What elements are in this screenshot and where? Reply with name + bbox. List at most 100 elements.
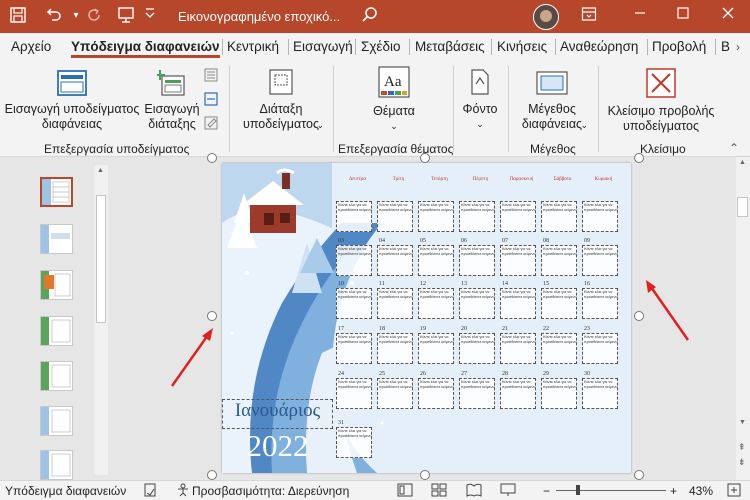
calendar-cell[interactable]: 26 Κάντε κλικ για να προσθέσετε κείμενο xyxy=(417,371,455,412)
scroll-up-icon[interactable]: ▲ xyxy=(97,167,104,174)
tab-transitions[interactable]: Μεταβάσεις xyxy=(415,39,485,54)
calendar-cell[interactable]: 05 Κάντε κλικ για να προσθέσετε κείμενο xyxy=(417,238,455,279)
resize-handle[interactable] xyxy=(420,153,430,163)
calendar-cell[interactable]: 11 Κάντε κλικ για να προσθέσετε κείμενο xyxy=(376,281,414,322)
thumbnail-layout-5[interactable] xyxy=(40,406,73,436)
search-icon[interactable] xyxy=(360,6,380,26)
fit-to-window-icon[interactable] xyxy=(727,483,741,500)
tab-design[interactable]: Σχέδιο xyxy=(361,39,400,54)
calendar-cell[interactable]: 19 Κάντε κλικ για να προσθέσετε κείμενο xyxy=(417,326,455,367)
calendar-cell[interactable]: 22 Κάντε κλικ για να προσθέσετε κείμενο xyxy=(540,326,578,367)
calendar-cell[interactable]: 29 Κάντε κλικ για να προσθέσετε κείμενο xyxy=(540,371,578,412)
tab-file[interactable]: Αρχείο xyxy=(11,39,51,54)
previous-slide-icon[interactable]: ⇞ xyxy=(738,442,746,453)
calendar-cell[interactable]: 03 Κάντε κλικ για να προσθέσετε κείμενο xyxy=(335,238,373,279)
themes-button[interactable]: Aa Θέματα ⌄ xyxy=(364,66,424,134)
calendar-cell[interactable]: 25 Κάντε κλικ για να προσθέσετε κείμενο xyxy=(376,371,414,412)
calendar-cell[interactable]: 04 Κάντε κλικ για να προσθέσετε κείμενο xyxy=(376,238,414,279)
calendar-cell[interactable]: 12 Κάντε κλικ για να προσθέσετε κείμενο xyxy=(417,281,455,322)
calendar-cell[interactable]: 16 Κάντε κλικ για να προσθέσετε κείμενο xyxy=(581,281,619,322)
calendar-cell[interactable]: Κάντε κλικ για να προσθέσετε κείμενο xyxy=(335,194,373,235)
tab-insert[interactable]: Εισαγωγή xyxy=(293,39,353,54)
accessibility-icon[interactable] xyxy=(176,483,190,500)
month-title[interactable]: Ιανουάριος xyxy=(222,399,333,429)
thumbnail-layout-4[interactable] xyxy=(40,361,73,391)
calendar-cell[interactable]: 14 Κάντε κλικ για να προσθέσετε κείμενο xyxy=(499,281,537,322)
thumbnail-layout-6[interactable] xyxy=(40,450,73,480)
spelling-icon[interactable] xyxy=(143,483,157,500)
redo-icon[interactable] xyxy=(84,6,104,26)
calendar-cell[interactable]: 18 Κάντε κλικ για να προσθέσετε κείμενο xyxy=(376,326,414,367)
calendar-cell[interactable]: 24 Κάντε κλικ για να προσθέσετε κείμενο xyxy=(335,371,373,412)
accessibility-status[interactable]: Προσβασιμότητα: Διερεύνηση xyxy=(192,484,349,498)
calendar-cell[interactable]: 20 Κάντε κλικ για να προσθέσετε κείμενο xyxy=(458,326,496,367)
calendar-cell[interactable]: 15 Κάντε κλικ για να προσθέσετε κείμενο xyxy=(540,281,578,322)
zoom-slider[interactable] xyxy=(556,490,666,491)
rename-icon[interactable] xyxy=(204,92,218,106)
tab-review[interactable]: Αναθεώρηση xyxy=(560,39,638,54)
tabs-scroll-icon[interactable]: › xyxy=(728,37,748,57)
tab-animations[interactable]: Κινήσεις xyxy=(497,39,547,54)
slideshow-icon[interactable] xyxy=(500,483,516,500)
zoom-level[interactable]: 43% xyxy=(689,484,713,498)
slide-canvas[interactable]: Δευτέρα Τρίτη Τετάρτη Πέμπτη Παρασκευή Σ… xyxy=(222,163,631,473)
customize-toolbar-icon[interactable] xyxy=(140,6,160,26)
slide-sorter-icon[interactable] xyxy=(431,483,447,500)
close-master-view-button[interactable]: Κλείσιμο προβολής υποδείγματος xyxy=(604,68,718,134)
save-icon[interactable] xyxy=(8,6,28,26)
tab-slide-master[interactable]: Υπόδειγμα διαφανειών xyxy=(71,39,220,58)
tab-view[interactable]: Προβολή xyxy=(652,39,706,54)
calendar-cell[interactable]: 27 Κάντε κλικ για να προσθέσετε κείμενο xyxy=(458,371,496,412)
resize-handle[interactable] xyxy=(634,470,644,480)
resize-handle[interactable] xyxy=(207,470,217,480)
resize-handle[interactable] xyxy=(634,153,644,163)
preserve-icon[interactable] xyxy=(204,116,218,130)
calendar-cell[interactable]: Κάντε κλικ για να προσθέσετε κείμενο xyxy=(458,194,496,235)
zoom-slider-thumb[interactable] xyxy=(576,485,580,495)
calendar-cell[interactable]: 21 Κάντε κλικ για να προσθέσετε κείμενο xyxy=(499,326,537,367)
master-layout-button[interactable]: Διάταξη υποδείγματος ⌄ xyxy=(234,68,328,132)
next-slide-icon[interactable]: ⇟ xyxy=(738,457,746,468)
collapse-ribbon-icon[interactable]: ⌃ xyxy=(724,138,744,158)
slide-size-button[interactable]: Μέγεθος διαφάνειας ⌄ xyxy=(512,68,592,132)
calendar-cell[interactable]: 08 Κάντε κλικ για να προσθέσετε κείμενο xyxy=(540,238,578,279)
calendar-cell[interactable]: Κάντε κλικ για να προσθέσετε κείμενο xyxy=(376,194,414,235)
calendar-cell[interactable]: 13 Κάντε κλικ για να προσθέσετε κείμενο xyxy=(458,281,496,322)
scroll-up-icon[interactable]: ▲ xyxy=(739,159,746,166)
resize-handle[interactable] xyxy=(420,470,430,480)
calendar-cell[interactable]: 17 Κάντε κλικ για να προσθέσετε κείμενο xyxy=(335,326,373,367)
calendar-cell[interactable]: Κάντε κλικ για να προσθέσετε κείμενο xyxy=(499,194,537,235)
delete-icon[interactable] xyxy=(204,68,218,82)
calendar-cell[interactable]: Κάντε κλικ για να προσθέσετε κείμενο xyxy=(417,194,455,235)
calendar-cell[interactable]: 07 Κάντε κλικ για να προσθέσετε κείμενο xyxy=(499,238,537,279)
scrollbar-thumb[interactable] xyxy=(737,197,748,217)
scroll-down-icon[interactable]: ▼ xyxy=(739,419,746,426)
year-title[interactable]: 2022 xyxy=(222,427,333,465)
insert-master-button[interactable]: Εισαγωγή υποδείγματος διαφάνειας xyxy=(4,70,140,132)
tab-home[interactable]: Κεντρική xyxy=(227,39,279,54)
thumbnail-scrollbar-thumb[interactable] xyxy=(96,195,106,323)
undo-dropdown-icon[interactable]: ▾ xyxy=(66,6,86,26)
calendar-cell[interactable]: 09 Κάντε κλικ για να προσθέσετε κείμενο xyxy=(581,238,619,279)
resize-handle[interactable] xyxy=(207,311,217,321)
calendar-cell[interactable]: 30 Κάντε κλικ για να προσθέσετε κείμενο xyxy=(581,371,619,412)
background-button[interactable]: Φόντο ⌄ xyxy=(456,68,504,132)
maximize-icon[interactable] xyxy=(673,6,693,26)
calendar-cell[interactable]: Κάντε κλικ για να προσθέσετε κείμενο xyxy=(540,194,578,235)
thumbnail-scrollbar[interactable]: ▲ xyxy=(94,165,108,475)
calendar-cell[interactable]: 10 Κάντε κλικ για να προσθέσετε κείμενο xyxy=(335,281,373,322)
zoom-in-button[interactable]: + xyxy=(670,484,677,498)
presentation-icon[interactable] xyxy=(116,6,136,26)
calendar-cell[interactable]: 23 Κάντε κλικ για να προσθέσετε κείμενο xyxy=(581,326,619,367)
calendar-cell[interactable]: 06 Κάντε κλικ για να προσθέσετε κείμενο xyxy=(458,238,496,279)
normal-view-icon[interactable] xyxy=(397,483,413,500)
calendar-cell[interactable]: Κάντε κλικ για να προσθέσετε κείμενο xyxy=(581,194,619,235)
reading-view-icon[interactable] xyxy=(466,483,482,500)
vertical-scrollbar[interactable]: ▲ ▼ ⇞ ⇟ xyxy=(736,157,750,480)
thumbnail-layout-1[interactable] xyxy=(40,224,73,254)
undo-icon[interactable] xyxy=(44,6,64,26)
minimize-icon[interactable] xyxy=(630,6,650,26)
zoom-out-button[interactable]: − xyxy=(543,484,550,498)
close-icon[interactable] xyxy=(718,6,738,26)
thumbnail-layout-2[interactable] xyxy=(40,270,73,300)
